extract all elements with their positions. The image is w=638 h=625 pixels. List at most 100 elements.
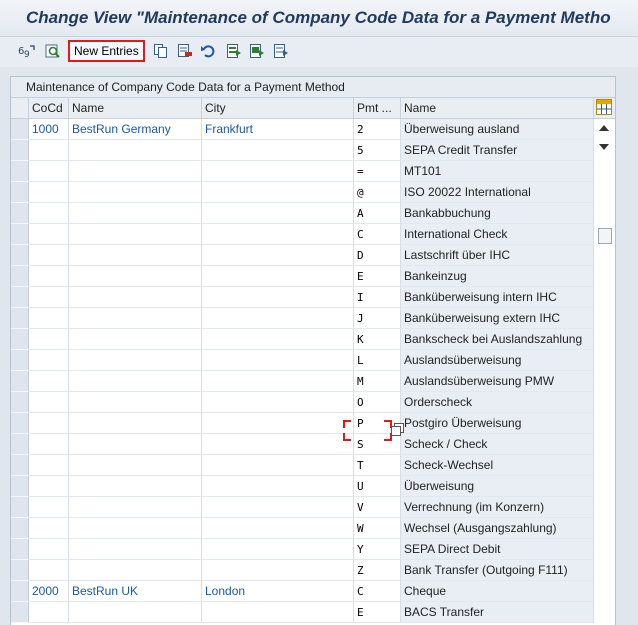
cell-cocd[interactable] [29, 161, 69, 182]
column-header-name[interactable]: Name [69, 98, 202, 118]
select-block-icon[interactable] [248, 42, 266, 60]
row-selector[interactable] [11, 581, 29, 602]
cell-city[interactable] [202, 266, 354, 287]
cell-city[interactable] [202, 224, 354, 245]
cell-company-name[interactable] [69, 602, 202, 623]
row-selector[interactable] [11, 518, 29, 539]
column-header-pmt[interactable]: Pmt ... [354, 98, 401, 118]
cell-payment-method-name[interactable]: Banküberweisung intern IHC [401, 287, 594, 308]
undo-icon[interactable] [199, 42, 217, 60]
scroll-down-icon[interactable] [599, 144, 609, 150]
cell-payment-method-name[interactable]: Orderscheck [401, 392, 594, 413]
table-row[interactable]: W Wechsel (Ausgangszahlung) [11, 518, 615, 539]
cell-cocd[interactable]: 2000 [29, 581, 69, 602]
row-selector[interactable] [11, 497, 29, 518]
cell-company-name[interactable] [69, 140, 202, 161]
cell-company-name[interactable] [69, 434, 202, 455]
row-selector[interactable] [11, 413, 29, 434]
cell-payment-method-name[interactable]: Bankabbuchung [401, 203, 594, 224]
cell-city[interactable] [202, 161, 354, 182]
cell-payment-method[interactable]: C [354, 224, 401, 245]
cell-payment-method-name[interactable]: Scheck / Check [401, 434, 594, 455]
row-selector[interactable] [11, 434, 29, 455]
cell-payment-method[interactable]: T [354, 455, 401, 476]
cell-city[interactable] [202, 497, 354, 518]
row-selector[interactable] [11, 602, 29, 623]
scrollbar-thumb[interactable] [598, 228, 612, 244]
cell-company-name[interactable]: BestRun Germany [69, 119, 202, 140]
table-row[interactable]: 5 SEPA Credit Transfer [11, 140, 615, 161]
cell-company-name[interactable] [69, 266, 202, 287]
cell-cocd[interactable] [29, 413, 69, 434]
cell-city[interactable] [202, 539, 354, 560]
row-selector[interactable] [11, 476, 29, 497]
cell-company-name[interactable] [69, 392, 202, 413]
cell-payment-method[interactable]: I [354, 287, 401, 308]
row-selector[interactable] [11, 350, 29, 371]
table-row[interactable]: T Scheck-Wechsel [11, 455, 615, 476]
cell-payment-method-name[interactable]: Banküberweisung extern IHC [401, 308, 594, 329]
table-row[interactable]: J Banküberweisung extern IHC [11, 308, 615, 329]
cell-payment-method[interactable]: M [354, 371, 401, 392]
cell-company-name[interactable] [69, 413, 202, 434]
cell-payment-method[interactable]: O [354, 392, 401, 413]
row-selector[interactable] [11, 245, 29, 266]
cell-company-name[interactable] [69, 329, 202, 350]
cell-company-name[interactable] [69, 350, 202, 371]
row-selector[interactable] [11, 161, 29, 182]
cell-payment-method[interactable]: E [354, 602, 401, 623]
deselect-all-icon[interactable] [272, 42, 290, 60]
cell-payment-method[interactable]: D [354, 245, 401, 266]
cell-company-name[interactable]: BestRun UK [69, 581, 202, 602]
cell-city[interactable]: London [202, 581, 354, 602]
cell-city[interactable] [202, 245, 354, 266]
cell-cocd[interactable] [29, 602, 69, 623]
cell-cocd[interactable] [29, 203, 69, 224]
cell-payment-method-name[interactable]: SEPA Direct Debit [401, 539, 594, 560]
cell-payment-method-name[interactable]: Überweisung [401, 476, 594, 497]
delete-icon[interactable] [176, 42, 194, 60]
cell-cocd[interactable] [29, 371, 69, 392]
cell-payment-method-name[interactable]: Cheque [401, 581, 594, 602]
table-row[interactable]: I Banküberweisung intern IHC [11, 287, 615, 308]
cell-city[interactable] [202, 308, 354, 329]
table-row[interactable]: Z Bank Transfer (Outgoing F111) [11, 560, 615, 581]
cell-payment-method-name[interactable]: International Check [401, 224, 594, 245]
scroll-up-icon[interactable] [599, 125, 609, 131]
cell-payment-method-name[interactable]: Scheck-Wechsel [401, 455, 594, 476]
cell-company-name[interactable] [69, 455, 202, 476]
cell-payment-method-name[interactable]: SEPA Credit Transfer [401, 140, 594, 161]
input-help-icon[interactable] [391, 423, 404, 436]
cell-city[interactable] [202, 413, 354, 434]
table-row[interactable]: E BACS Transfer [11, 602, 615, 623]
cell-cocd[interactable] [29, 476, 69, 497]
table-row[interactable]: P Postgiro Überweisung [11, 413, 615, 434]
cell-city[interactable] [202, 287, 354, 308]
cell-company-name[interactable] [69, 371, 202, 392]
cell-city[interactable] [202, 434, 354, 455]
cell-payment-method-name[interactable]: Bankscheck bei Auslandszahlung [401, 329, 594, 350]
cell-cocd[interactable] [29, 497, 69, 518]
cell-payment-method-name[interactable]: BACS Transfer [401, 602, 594, 623]
cell-city[interactable] [202, 329, 354, 350]
column-header-cocd[interactable]: CoCd [29, 98, 69, 118]
cell-payment-method[interactable]: 2 [354, 119, 401, 140]
table-row[interactable]: C International Check [11, 224, 615, 245]
cell-cocd[interactable] [29, 455, 69, 476]
column-header-city[interactable]: City [202, 98, 354, 118]
cell-payment-method[interactable]: Z [354, 560, 401, 581]
table-row[interactable]: S Scheck / Check [11, 434, 615, 455]
cell-payment-method-name[interactable]: Auslandsüberweisung [401, 350, 594, 371]
cell-city[interactable] [202, 182, 354, 203]
cell-city[interactable]: Frankfurt [202, 119, 354, 140]
cell-city[interactable] [202, 560, 354, 581]
row-selector[interactable] [11, 308, 29, 329]
table-row[interactable]: O Orderscheck [11, 392, 615, 413]
cell-payment-method[interactable]: 5 [354, 140, 401, 161]
cell-city[interactable] [202, 392, 354, 413]
row-selector[interactable] [11, 329, 29, 350]
copy-icon[interactable] [152, 42, 170, 60]
table-row[interactable]: V Verrechnung (im Konzern) [11, 497, 615, 518]
table-row[interactable]: = MT101 [11, 161, 615, 182]
table-row[interactable]: @ ISO 20022 International [11, 182, 615, 203]
